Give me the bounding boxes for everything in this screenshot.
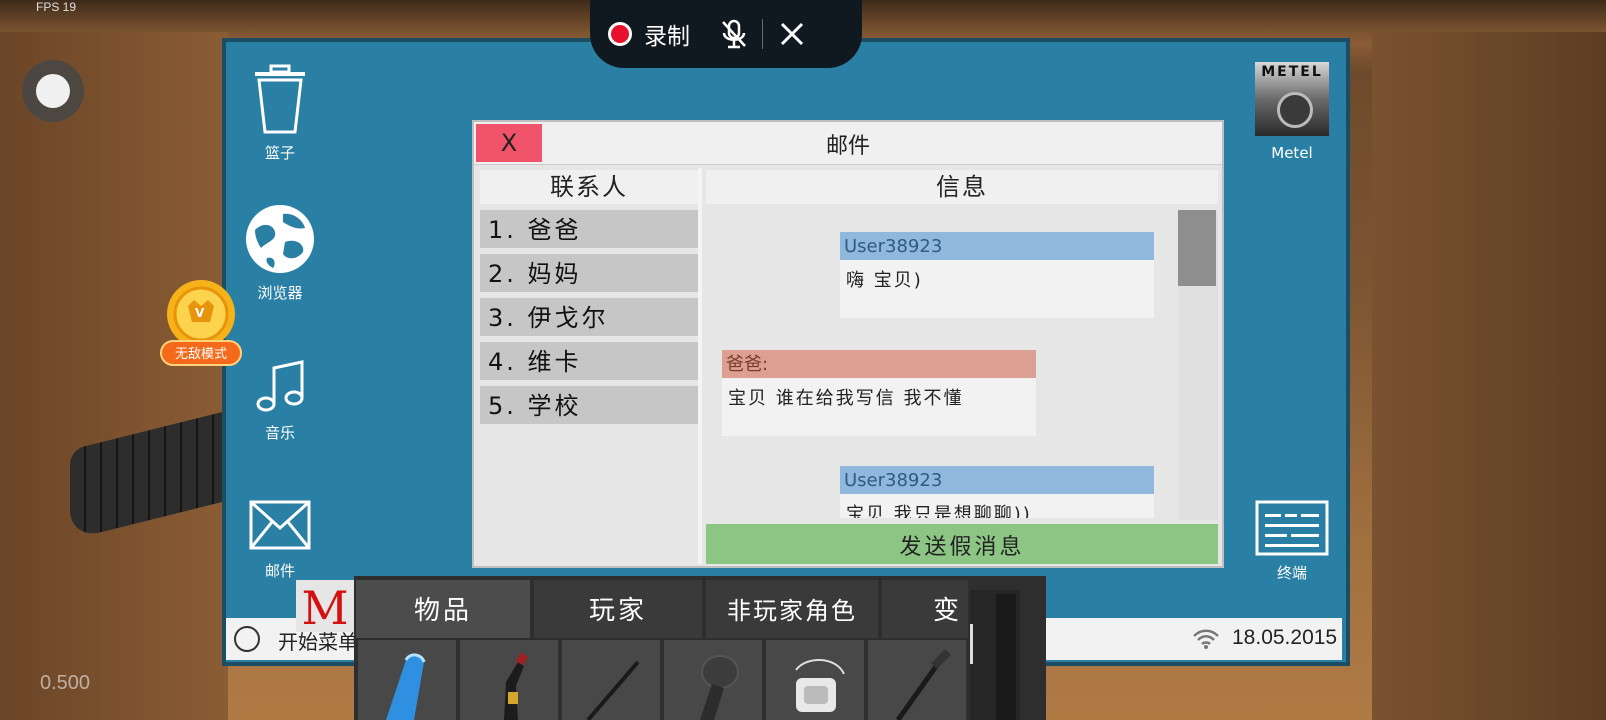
message-text: 宝贝 谁在给我写信 我不懂 [728,388,964,409]
left-wall [0,32,228,720]
terminal-icon [1255,500,1329,556]
invincible-mode-badge[interactable]: V 无敌模式 [160,276,242,368]
mail-window: 邮件 X 联系人 1. 爸爸 2. 妈妈 3. 伊戈尔 4. 维卡 5. 学校 … [472,120,1224,568]
message-sender: 爸爸: [722,350,1036,378]
message-text: 宝贝 我只是想聊聊)) [846,504,1032,518]
message-sender: User38923 [840,466,1154,494]
item-slot-tool[interactable] [868,640,966,720]
desktop-icon-label: 浏览器 [257,284,303,302]
wifi-icon [1193,629,1219,649]
desktop-icon-label: 篮子 [264,144,295,162]
assist-dot-icon [36,74,70,108]
music-note-icon [256,360,304,412]
item-slot-stick[interactable] [562,640,660,720]
fps-counter: FPS 19 [36,0,77,14]
item-slot-bottle[interactable] [460,640,558,720]
coin-glyph: V [195,306,205,320]
tab-items[interactable]: 物品 [356,580,530,638]
mod-menu-logo[interactable]: M [296,580,354,635]
mail-title: 邮件 [825,134,870,159]
right-wall [1372,32,1606,720]
contact-item[interactable]: 1. 爸爸 [480,210,698,248]
desktop-icon-mail[interactable]: 邮件 [230,498,330,581]
message-bubble: User38923 宝贝 我只是想聊聊)) [840,466,1154,518]
desktop-icon-metel[interactable]: METEL Metel [1242,62,1342,162]
contact-item[interactable]: 5. 学校 [480,386,698,424]
mail-titlebar: 邮件 X [474,122,1222,165]
mod-menu-scroll-edge [970,624,973,664]
desktop-icon-browser[interactable]: 浏览器 [230,202,330,303]
envelope-icon [249,500,311,550]
zoom-readout: 0.500 [40,672,91,694]
tab-players[interactable]: 玩家 [534,580,702,638]
contact-item[interactable]: 4. 维卡 [480,342,698,380]
item-slot-charger[interactable] [766,640,864,720]
send-fake-message-button[interactable]: 发送假消息 [706,524,1218,564]
item-slot-battery[interactable] [358,640,456,720]
charger-icon [795,658,845,712]
message-bubble: 爸爸: 宝贝 谁在给我写信 我不懂 [722,350,1036,436]
message-bubble: User38923 嗨 宝贝) [840,232,1154,318]
recorder-divider [762,19,763,49]
desktop-icon-label: 邮件 [264,562,295,580]
message-text: 嗨 宝贝) [846,270,923,291]
contacts-header: 联系人 [480,170,698,204]
floating-assist-button[interactable] [22,60,84,122]
mod-menu-panel: 物品 玩家 非玩家角色 变 [354,576,1046,720]
tab-npc[interactable]: 非玩家角色 [706,580,878,638]
desktop-icon-music[interactable]: 音乐 [230,356,330,443]
bulb-icon [700,655,739,720]
stick-icon [586,660,640,720]
mic-muted-icon[interactable] [720,18,748,50]
battery-icon [386,653,426,720]
tool-icon [895,649,951,720]
metel-brand: METEL [1261,64,1323,80]
mail-close-button[interactable]: X [476,124,542,162]
desktop-icon-terminal[interactable]: 终端 [1242,500,1342,583]
record-icon[interactable] [608,22,632,46]
record-label[interactable]: 录制 [644,17,690,51]
mod-menu-scrollbar[interactable] [970,590,1020,720]
message-sender: User38923 [840,232,1154,260]
screen-recorder-bar: 录制 [590,0,862,68]
desktop-icon-label: Metel [1271,144,1313,162]
trash-icon [255,64,305,134]
desktop-icon-basket[interactable]: 篮子 [230,62,330,163]
metel-logo-icon: METEL [1255,62,1329,136]
messages-header: 信息 [706,170,1218,204]
item-slot-bulb[interactable] [664,640,762,720]
tab-transform[interactable]: 变 [882,580,968,638]
contact-item[interactable]: 3. 伊戈尔 [480,298,698,336]
globe-icon [246,205,314,273]
taskbar-date: 18.05.2015 [1232,626,1338,649]
message-scroll-thumb[interactable] [1178,210,1216,286]
contact-item[interactable]: 2. 妈妈 [480,254,698,292]
bottle-icon [504,652,528,720]
desktop-icon-label: 终端 [1276,564,1307,582]
desktop-icon-label: 音乐 [264,424,295,442]
mod-menu-scroll-track[interactable] [996,594,1016,720]
contacts-divider [698,168,702,564]
coin-label: 无敌模式 [160,340,242,366]
start-icon[interactable] [234,626,260,652]
close-icon[interactable] [779,21,805,47]
message-list[interactable]: User38923 嗨 宝贝) 爸爸: 宝贝 谁在给我写信 我不懂 User38… [706,210,1176,518]
